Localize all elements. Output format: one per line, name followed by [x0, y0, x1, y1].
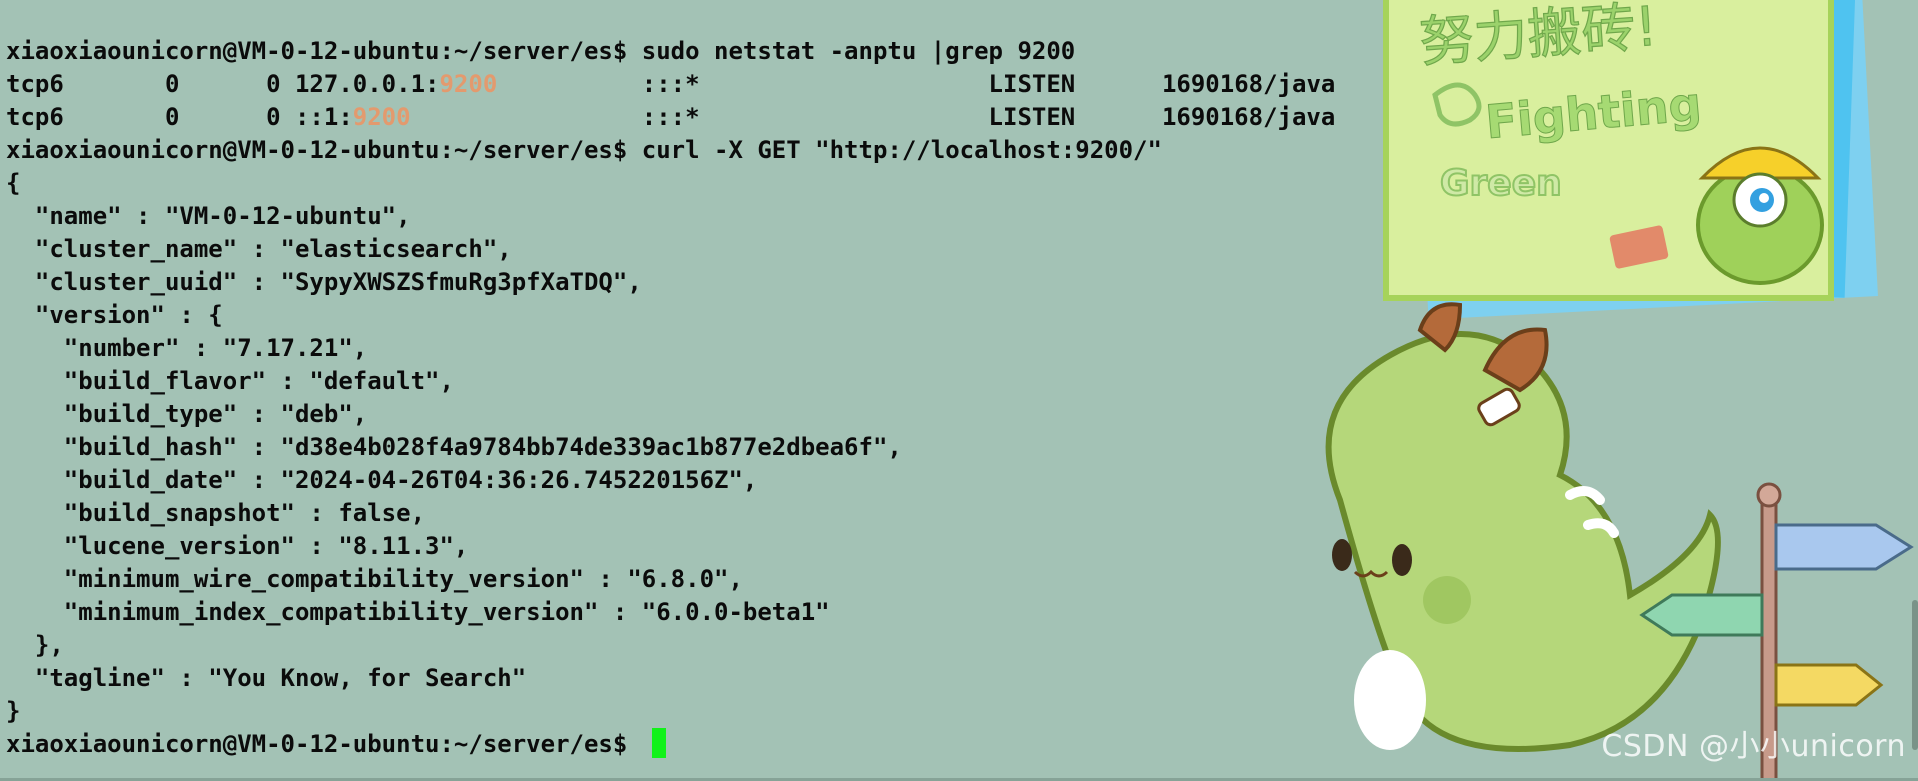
- terminal-line: "build_hash" : "d38e4b028f4a9784bb74de33…: [6, 433, 902, 461]
- terminal-line: "number" : "7.17.21",: [6, 334, 368, 362]
- terminal-line: {: [6, 169, 21, 197]
- terminal-line: xiaoxiaounicorn@VM-0-12-ubuntu:~/server/…: [6, 728, 1335, 761]
- terminal-line: "lucene_version" : "8.11.3",: [6, 532, 469, 560]
- port-highlight: 9200: [439, 70, 498, 98]
- terminal-window[interactable]: 努力搬砖! Fighting Green xiaoxiaounicorn@VM-…: [0, 0, 1918, 781]
- terminal-line: "build_date" : "2024-04-26T04:36:26.7452…: [6, 466, 758, 494]
- csdn-watermark: CSDN @小小unicorn: [1601, 729, 1906, 764]
- port-highlight: 9200: [352, 103, 411, 131]
- terminal-line: },: [6, 631, 64, 659]
- terminal-line: "build_snapshot" : false,: [6, 499, 426, 527]
- terminal-line: xiaoxiaounicorn@VM-0-12-ubuntu:~/server/…: [6, 37, 1076, 65]
- terminal-line: xiaoxiaounicorn@VM-0-12-ubuntu:~/server/…: [6, 136, 1162, 164]
- note-tag-text: Green: [1440, 163, 1562, 204]
- terminal-line: "tagline" : "You Know, for Search": [6, 664, 527, 692]
- terminal-line: "cluster_uuid" : "SypyXWSZSfmuRg3pfXaTDQ…: [6, 268, 642, 296]
- terminal-output: xiaoxiaounicorn@VM-0-12-ubuntu:~/server/…: [6, 35, 1335, 761]
- terminal-line: "name" : "VM-0-12-ubuntu",: [6, 202, 411, 230]
- terminal-line: "minimum_wire_compatibility_version" : "…: [6, 565, 743, 593]
- terminal-line: tcp6 0 0 ::1:9200 :::* LISTEN 1690168/ja…: [6, 103, 1336, 131]
- wallpaper-illustration: 努力搬砖! Fighting Green: [1325, 0, 1914, 781]
- terminal-line: "minimum_index_compatibility_version" : …: [6, 598, 830, 626]
- terminal-line: "cluster_name" : "elasticsearch",: [6, 235, 512, 263]
- terminal-cursor: [651, 728, 666, 758]
- scrollbar[interactable]: [1912, 600, 1918, 750]
- dinosaur-illustration: [1325, 302, 1721, 752]
- sticky-note: 努力搬砖! Fighting Green: [1383, 0, 1878, 320]
- terminal-line: }: [6, 697, 21, 725]
- terminal-line: "build_type" : "deb",: [6, 400, 368, 428]
- terminal-line: "build_flavor" : "default",: [6, 367, 454, 395]
- terminal-line: tcp6 0 0 127.0.0.1:9200 :::* LISTEN 1690…: [6, 70, 1336, 98]
- terminal-line: "version" : {: [6, 301, 223, 329]
